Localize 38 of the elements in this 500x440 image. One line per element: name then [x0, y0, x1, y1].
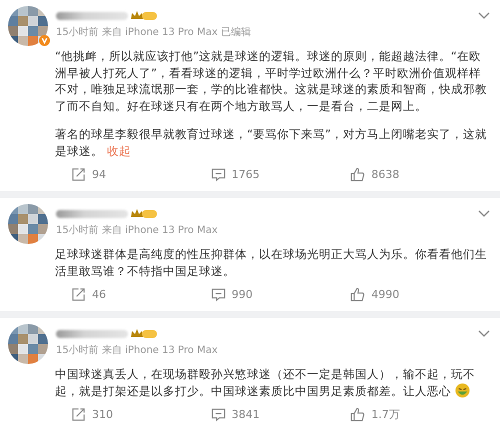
post-meta: 15小时前 来自 iPhone 13 Pro Max: [56, 344, 219, 357]
avatar[interactable]: [8, 6, 48, 46]
thumbs-up-icon[interactable]: [350, 407, 366, 422]
crown-badge-icon: [130, 10, 158, 22]
repost-count: 46: [92, 288, 106, 301]
repost-count: 310: [92, 408, 113, 421]
thumbs-up-icon[interactable]: [350, 167, 366, 182]
like-count: 1.7万: [371, 407, 400, 422]
post-text: 中国球迷真丢人，在现场群殴孙兴慜球迷（还不一定是韩国人），输不起，玩不起，就是打架还是以多打少。中国球迷素质比中国男足素质都差。让人恶心: [55, 366, 476, 399]
crown-badge-icon: [130, 208, 158, 220]
comment-count: 1765: [232, 168, 260, 181]
comment-icon[interactable]: [210, 287, 226, 302]
post-meta: 15小时前 来自 iPhone 13 Pro Max 已编辑: [56, 26, 252, 39]
chevron-down-icon[interactable]: [478, 12, 490, 20]
avatar[interactable]: [8, 204, 48, 244]
chevron-down-icon[interactable]: [478, 210, 490, 218]
share-icon[interactable]: [71, 167, 86, 182]
comment-icon[interactable]: [210, 167, 226, 182]
repost-count: 94: [92, 168, 106, 181]
blurred-username: [56, 210, 128, 218]
blurred-username: [56, 330, 128, 338]
comment-count: 990: [232, 288, 253, 301]
post-text: 著名的球星李毅很早就教育过球迷，“要骂你下来骂”，对方马上闭嘴老实了，这就是球迷。 收起: [55, 126, 488, 159]
share-icon[interactable]: [71, 287, 86, 302]
comment-count: 3841: [232, 408, 260, 421]
collapse-link[interactable]: 收起: [107, 144, 131, 158]
comment-icon[interactable]: [210, 407, 226, 422]
share-icon[interactable]: [71, 407, 86, 422]
thumbs-up-icon[interactable]: [350, 287, 366, 302]
blurred-username: [56, 12, 128, 20]
like-count: 8638: [371, 168, 400, 181]
crown-badge-icon: [130, 328, 158, 340]
post-text: “他挑衅，所以就应该打他”这就是球迷的逻辑。球迷的原则，能超越法律。“在欧洲早被人打死人了”，看看球迷的逻辑，平时学过欧洲什么？平时欧洲价值观样样不对，唯独足球流氓那一套，学的比谁都快。这就是球迷的素质和智商，快成邪教了而不自知。好在球迷只有在两个地方敢骂人，一是看台，二是网上。: [55, 48, 488, 114]
like-count: 4990: [371, 288, 400, 301]
avatar[interactable]: [8, 324, 48, 364]
post-meta: 15小时前 来自 iPhone 13 Pro Max: [56, 224, 219, 237]
post-text: 足球球迷群体是高纯度的性压抑群体，以在球场光明正大骂人为乐。你看看他们生活里敢骂谁？不特指中国足球迷。: [55, 246, 488, 279]
chevron-down-icon[interactable]: [478, 330, 490, 338]
